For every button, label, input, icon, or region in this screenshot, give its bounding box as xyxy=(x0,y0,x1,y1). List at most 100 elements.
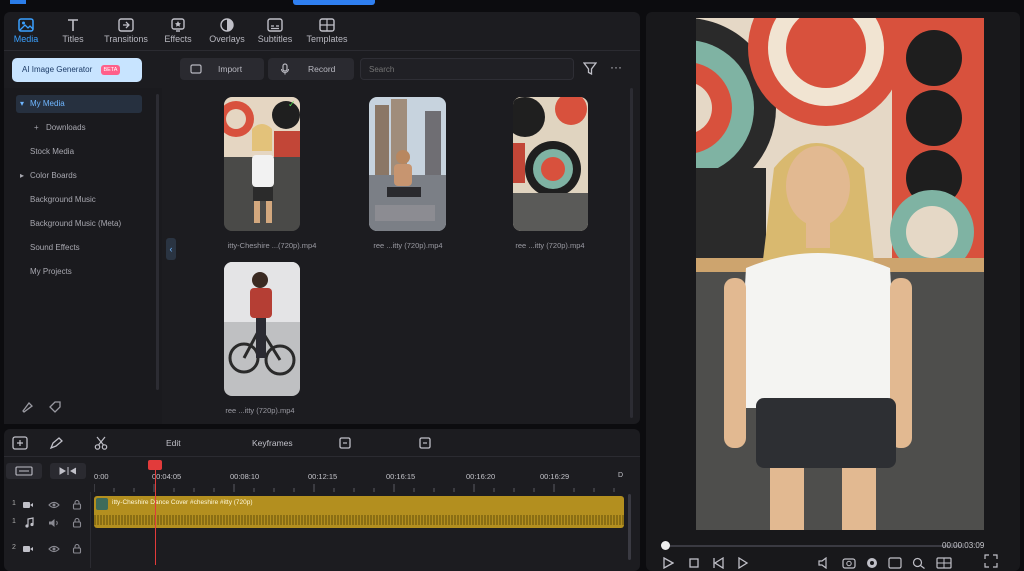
ruler-time: 00:04:05 xyxy=(152,472,182,481)
beta-badge: BETA xyxy=(100,64,121,75)
next-frame-button[interactable] xyxy=(736,557,750,569)
play-button[interactable] xyxy=(662,557,674,569)
tab-transitions[interactable]: Transitions xyxy=(100,16,152,44)
lock-icon[interactable] xyxy=(72,499,82,510)
video-track-icon xyxy=(22,544,34,554)
record-label: Record xyxy=(308,64,336,74)
preview-video xyxy=(696,18,984,530)
track-header-video-1: 1 xyxy=(6,496,90,514)
thumbnail-image xyxy=(224,262,300,396)
subtitles-icon xyxy=(249,16,301,34)
video-clip[interactable]: itty-Cheshire Dance Cover #cheshire #itt… xyxy=(94,496,624,528)
templates-icon xyxy=(301,16,353,34)
keyframes-button[interactable]: Keyframes xyxy=(252,438,293,448)
pen-icon[interactable] xyxy=(48,436,64,450)
crop-icon[interactable] xyxy=(338,436,352,450)
edit-button[interactable]: Edit xyxy=(166,438,181,448)
import-button[interactable]: Import xyxy=(180,58,264,80)
thumbnail-image xyxy=(513,97,588,231)
tab-titles[interactable]: Titles xyxy=(47,16,99,44)
visibility-icon[interactable] xyxy=(48,544,60,554)
app-logo xyxy=(10,0,26,4)
sidebar-item-label: Background Music (Meta) xyxy=(30,219,122,228)
sidebar-item-background-music-meta[interactable]: Background Music (Meta) xyxy=(16,215,142,233)
import-icon xyxy=(190,64,202,74)
timeline-scrollbar[interactable] xyxy=(628,494,631,560)
tag-icon[interactable] xyxy=(48,400,62,414)
thumbnail-image xyxy=(369,97,446,231)
sidebar-item-label: Sound Effects xyxy=(30,243,80,252)
sidebar-item-background-music[interactable]: Background Music xyxy=(16,191,142,209)
search-input[interactable] xyxy=(360,58,574,80)
media-thumbnail[interactable] xyxy=(369,97,446,231)
ruler-time: 00:16:20 xyxy=(466,472,496,481)
sidebar-scrollbar[interactable] xyxy=(156,94,159,390)
layout-icon[interactable] xyxy=(936,557,952,569)
media-thumbnail[interactable] xyxy=(224,262,300,396)
media-scrollbar[interactable] xyxy=(630,88,633,418)
fullscreen-icon[interactable] xyxy=(984,554,998,568)
volume-icon[interactable] xyxy=(48,518,60,528)
media-icon xyxy=(0,16,52,34)
lock-icon[interactable] xyxy=(72,517,82,528)
media-filename: ree ...itty (720p).mp4 xyxy=(515,241,585,250)
filter-icon[interactable] xyxy=(583,62,597,75)
tab-titles-label: Titles xyxy=(62,34,84,44)
track-number: 2 xyxy=(12,544,16,551)
ruler-time: 00:12:15 xyxy=(308,472,338,481)
active-mode-button[interactable] xyxy=(293,0,375,5)
zoom-icon[interactable] xyxy=(912,557,926,569)
sidebar-item-my-projects[interactable]: My Projects xyxy=(16,263,142,281)
add-folder-icon[interactable] xyxy=(20,400,34,414)
lock-icon[interactable] xyxy=(72,543,82,554)
snap-icon xyxy=(59,467,77,475)
tab-transitions-label: Transitions xyxy=(104,34,148,44)
tab-overlays[interactable]: Overlays xyxy=(201,16,253,44)
snapshot-icon[interactable] xyxy=(842,557,856,569)
sidebar-item-sound-effects[interactable]: Sound Effects xyxy=(16,239,142,257)
tab-media[interactable]: Media xyxy=(0,16,52,44)
add-track-icon[interactable] xyxy=(12,436,28,450)
tab-effects[interactable]: Effects xyxy=(152,16,204,44)
volume-icon[interactable] xyxy=(818,557,832,569)
playhead-handle[interactable] xyxy=(148,460,162,470)
sidebar-item-label: My Projects xyxy=(30,267,72,276)
render-preview-icon[interactable] xyxy=(866,557,878,569)
sidebar-item-stock-media[interactable]: Stock Media xyxy=(16,143,142,161)
sidebar-item-downloads[interactable]: + Downloads xyxy=(16,119,142,137)
track-header-video-2: 2 xyxy=(6,540,90,558)
track-header-audio-1: 1 xyxy=(6,514,90,532)
media-thumbnail[interactable]: ✓ xyxy=(224,97,300,231)
ruler-ticks xyxy=(94,484,615,492)
ai-image-generator-button[interactable]: AI Image Generator BETA xyxy=(12,58,142,82)
track-settings-button[interactable] xyxy=(6,463,42,479)
more-options-icon[interactable]: ··· xyxy=(610,61,622,73)
preview-progress-track[interactable] xyxy=(664,545,964,547)
tab-templates[interactable]: Templates xyxy=(301,16,353,44)
sidebar-item-my-media[interactable]: ▾ My Media xyxy=(16,95,142,113)
sidebar-item-label: Stock Media xyxy=(30,147,75,156)
ruler-time: 00:16:29 xyxy=(540,472,570,481)
collapse-sidebar-button[interactable]: ‹ xyxy=(166,238,176,260)
video-track-icon xyxy=(22,500,34,510)
previous-frame-button[interactable] xyxy=(712,557,726,569)
visibility-icon[interactable] xyxy=(48,500,60,510)
track-settings-icon xyxy=(15,466,33,476)
tab-effects-label: Effects xyxy=(164,34,192,44)
microphone-icon xyxy=(280,63,290,75)
tabs-divider xyxy=(4,50,640,51)
preview-progress-handle[interactable] xyxy=(661,541,670,550)
record-button[interactable]: Record xyxy=(268,58,354,80)
overlays-icon xyxy=(201,16,253,34)
snap-button[interactable] xyxy=(50,463,86,479)
ruler-end-marker: D xyxy=(618,472,624,479)
freeze-frame-icon[interactable] xyxy=(418,436,432,450)
split-icon[interactable] xyxy=(94,436,108,450)
sidebar-item-color-boards[interactable]: ▸ Color Boards xyxy=(16,167,142,185)
tab-subtitles[interactable]: Subtitles xyxy=(249,16,301,44)
media-thumbnail[interactable] xyxy=(513,97,588,231)
quality-icon[interactable] xyxy=(888,557,902,569)
stop-button[interactable] xyxy=(688,557,700,569)
transitions-icon xyxy=(100,16,152,34)
playhead-line xyxy=(155,470,156,565)
